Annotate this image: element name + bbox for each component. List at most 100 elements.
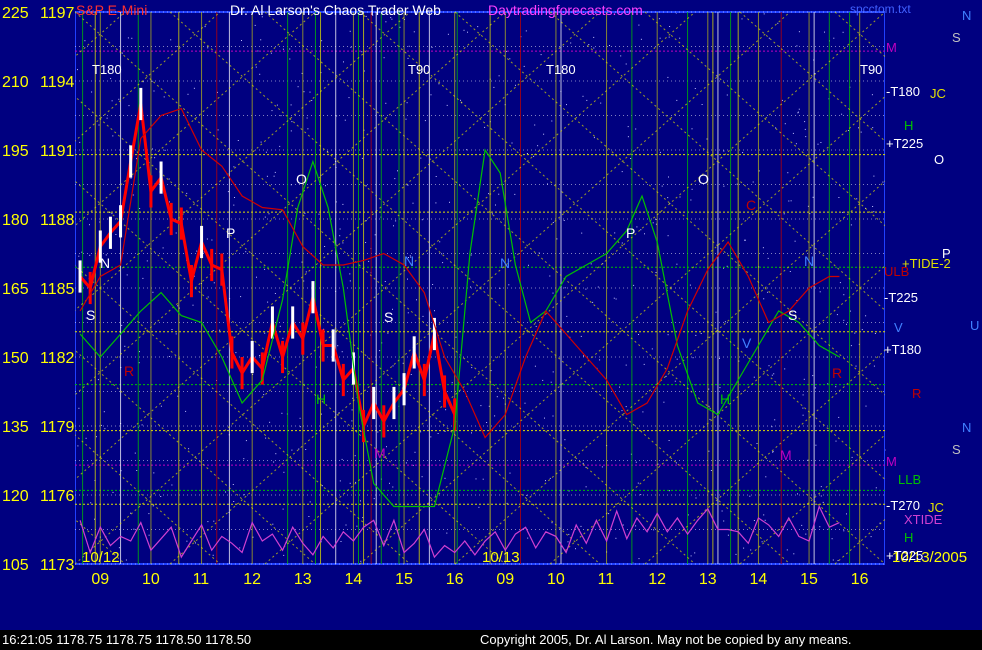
copyright-notice: Copyright 2005, Dr. Al Larson. May not b… — [480, 632, 852, 647]
star — [771, 374, 773, 376]
star — [195, 542, 196, 544]
star — [742, 152, 744, 154]
star — [723, 520, 725, 522]
star — [832, 559, 834, 561]
star — [846, 323, 847, 325]
star — [289, 58, 291, 60]
right-side-label: H — [904, 530, 913, 545]
star — [351, 409, 353, 411]
y-axis-price-label: 1191 — [40, 143, 75, 160]
star — [651, 348, 653, 350]
star — [710, 470, 712, 471]
star — [232, 484, 234, 485]
star — [674, 380, 676, 382]
star — [402, 362, 404, 364]
star — [695, 497, 697, 499]
star — [324, 246, 326, 247]
star — [431, 46, 433, 48]
x-tick-label: 11 — [193, 571, 210, 588]
star — [723, 150, 725, 152]
x-tick-label: 10 — [142, 571, 160, 588]
star — [583, 355, 584, 357]
star — [856, 198, 858, 200]
star — [736, 183, 738, 185]
star — [590, 263, 592, 265]
star — [814, 387, 816, 389]
star — [405, 462, 407, 464]
star — [552, 222, 554, 223]
star — [640, 494, 642, 496]
star — [110, 78, 112, 80]
star — [493, 86, 495, 88]
star — [570, 42, 572, 44]
star — [256, 276, 257, 278]
star — [260, 39, 262, 41]
star — [168, 178, 170, 180]
star — [846, 513, 847, 515]
star — [175, 232, 177, 234]
star — [437, 433, 439, 434]
star — [835, 386, 837, 388]
star — [850, 345, 852, 347]
star — [655, 272, 657, 273]
star — [627, 126, 629, 128]
star — [177, 395, 179, 397]
x-tick-label: 12 — [243, 571, 261, 588]
y-axis-left-label: 105 — [2, 557, 29, 574]
star-background — [77, 12, 886, 565]
star — [213, 282, 215, 284]
star — [304, 212, 306, 214]
star — [142, 277, 144, 279]
star — [141, 424, 143, 426]
star — [749, 495, 751, 497]
star — [802, 414, 804, 416]
star — [597, 286, 599, 288]
star — [642, 411, 644, 413]
star — [234, 197, 235, 198]
star — [360, 500, 361, 502]
star — [368, 260, 370, 262]
star — [743, 547, 745, 549]
x-tick-label: 09 — [91, 571, 109, 588]
chart-annotation: M — [374, 445, 386, 461]
right-side-label: R — [912, 386, 921, 401]
x-tick-label: 16 — [851, 571, 869, 588]
star — [585, 288, 587, 290]
star — [802, 394, 804, 396]
star — [838, 416, 840, 418]
star — [163, 96, 165, 98]
x-tick-label: 11 — [598, 571, 615, 588]
star — [873, 365, 875, 367]
star — [652, 222, 654, 224]
star — [255, 66, 257, 68]
star — [121, 324, 123, 326]
star — [342, 242, 344, 244]
star — [282, 508, 284, 510]
star — [435, 176, 437, 177]
star — [466, 149, 468, 151]
star — [78, 255, 80, 257]
star — [385, 102, 387, 104]
star — [841, 113, 843, 115]
star — [708, 388, 710, 390]
star — [478, 506, 480, 508]
star — [100, 424, 102, 426]
y-axis-left-label: 165 — [2, 281, 29, 298]
website-link[interactable]: Daytradingforecasts.com — [488, 2, 643, 18]
star — [434, 310, 435, 312]
star — [534, 365, 536, 367]
chart-area: 225 1197 210 1194 195 1191 180 1188 165 1185 150 11… — [2, 5, 979, 588]
star — [471, 367, 473, 369]
star — [762, 247, 764, 249]
chart-annotation: P — [626, 225, 635, 241]
star — [812, 375, 814, 377]
star — [395, 220, 397, 222]
star — [843, 530, 845, 532]
star — [640, 38, 642, 40]
star — [269, 421, 271, 423]
star — [625, 406, 627, 408]
star — [394, 178, 396, 180]
star — [635, 128, 637, 130]
star — [667, 76, 669, 78]
star — [622, 524, 624, 526]
